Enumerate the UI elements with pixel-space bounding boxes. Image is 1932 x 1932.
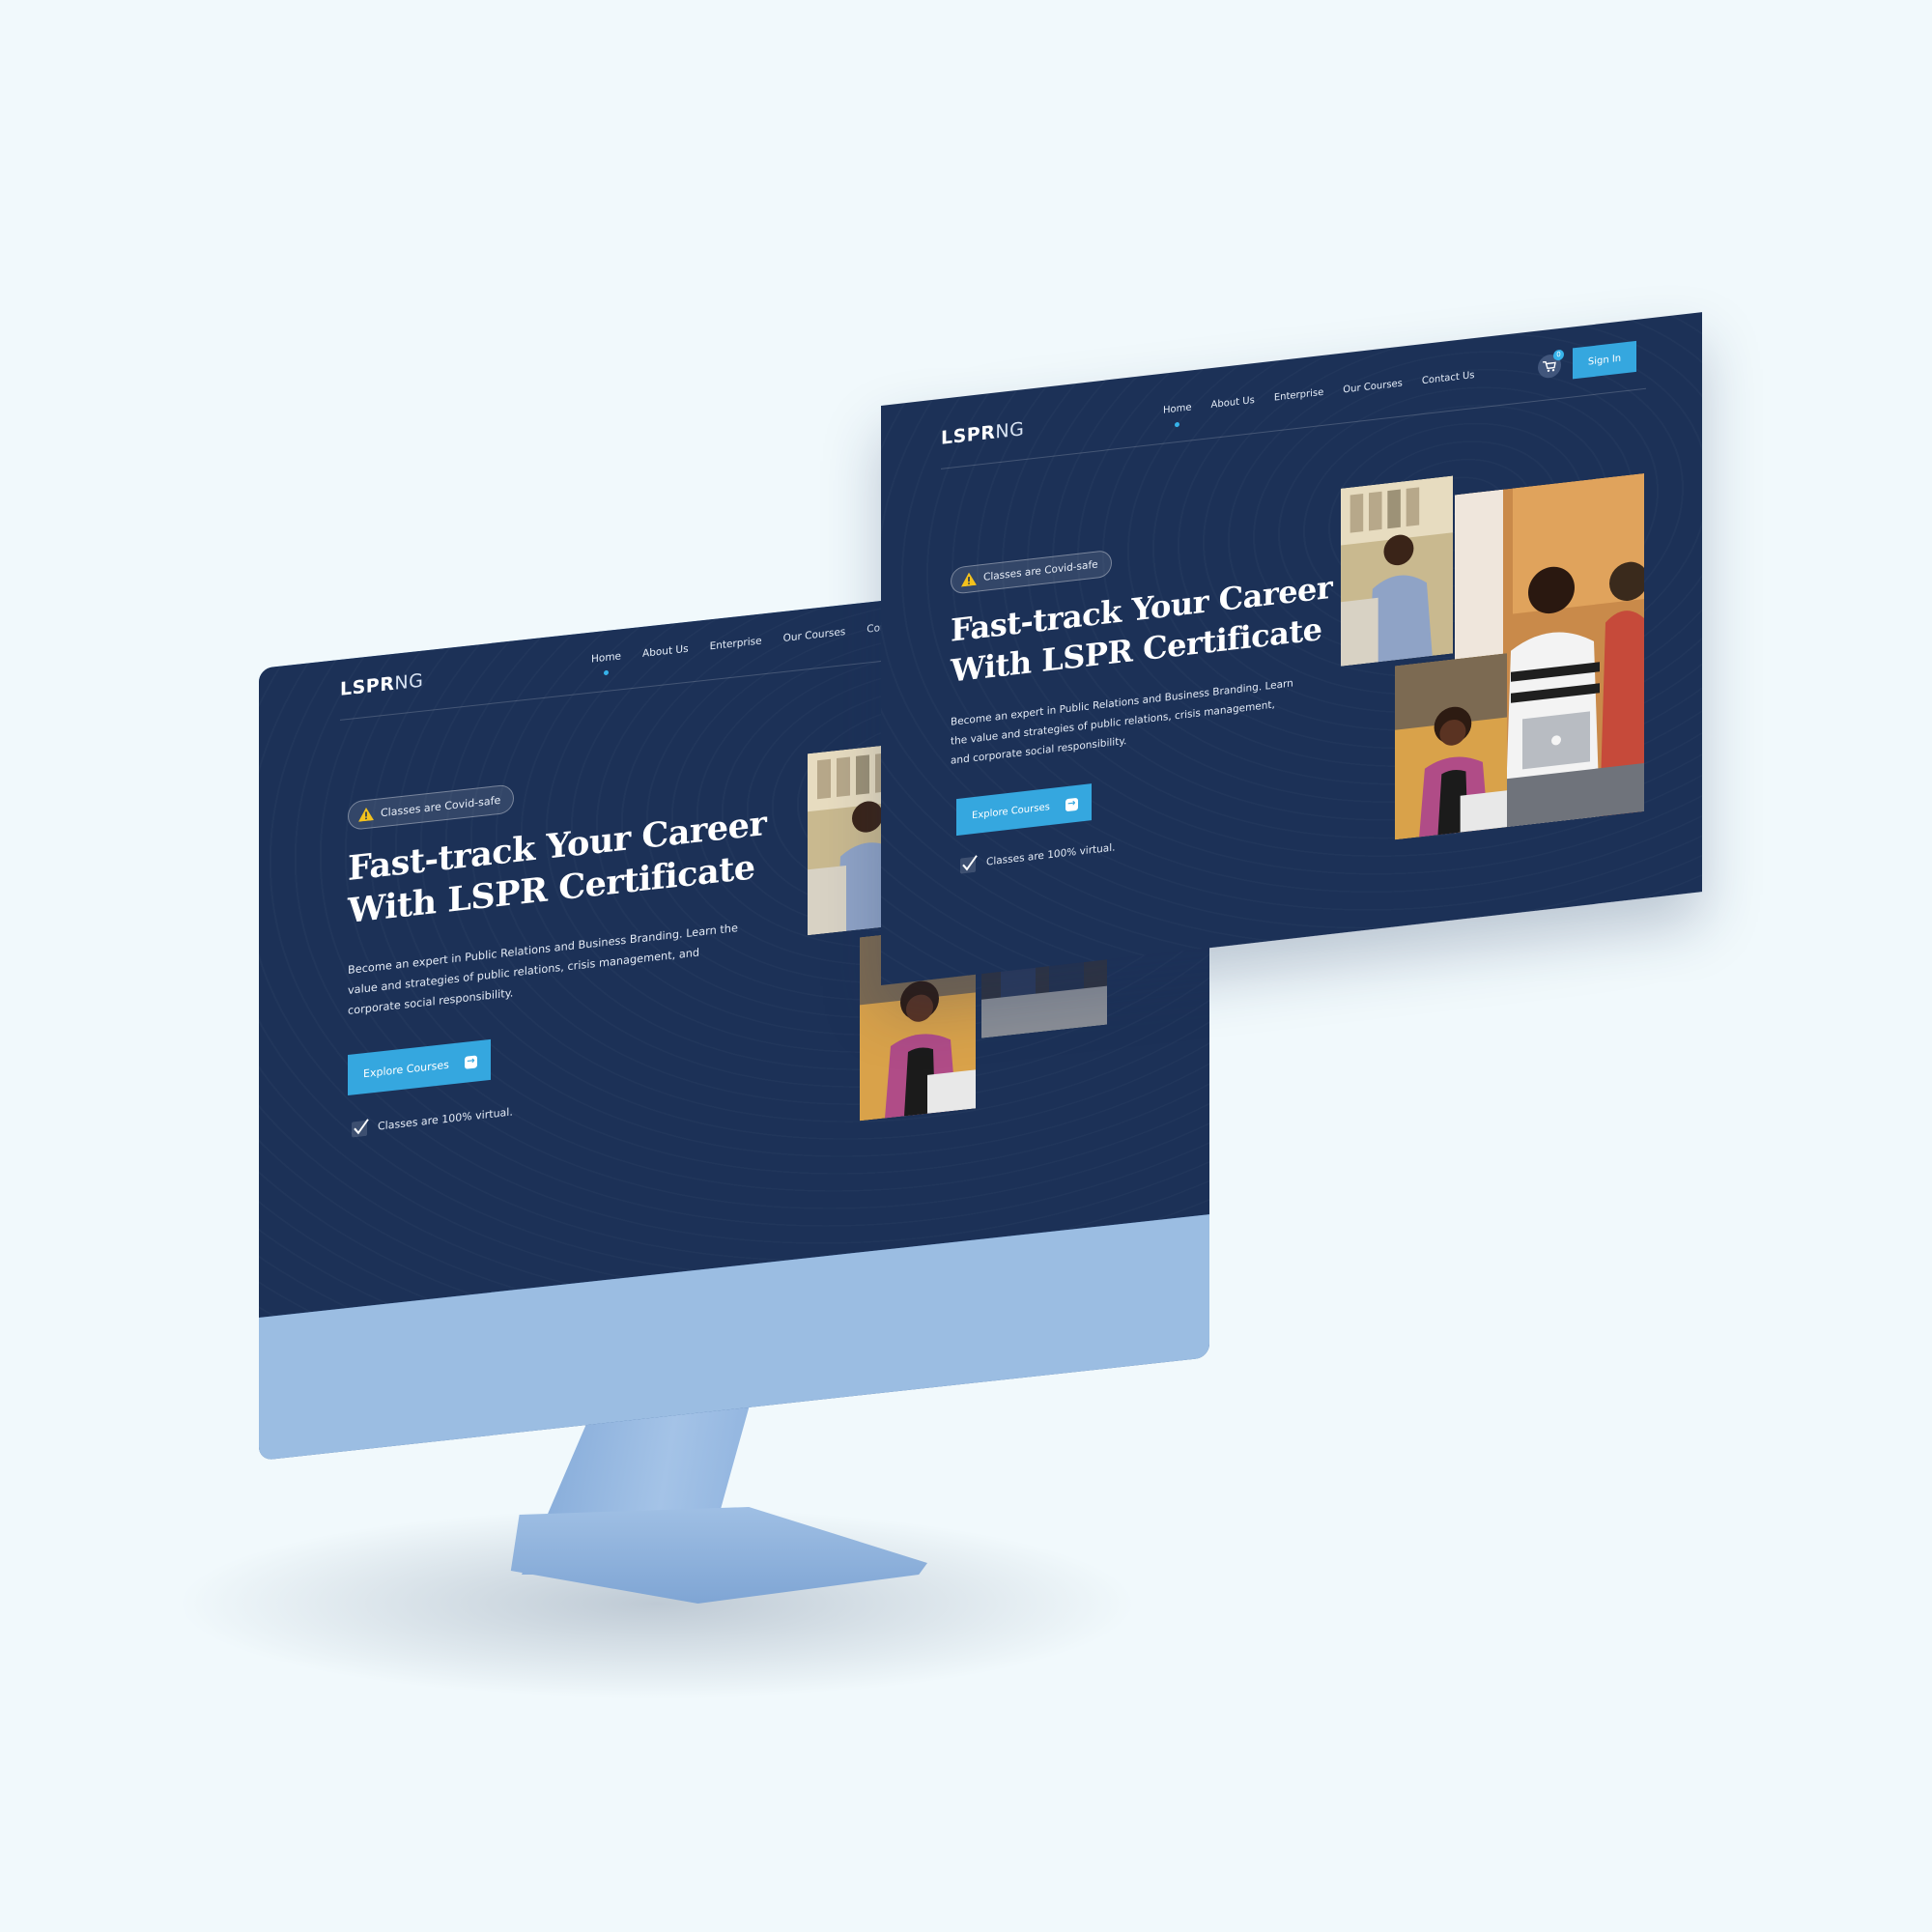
covid-safe-badge: Classes are Covid-safe	[951, 549, 1112, 595]
virtual-note: Classes are 100% virtual.	[352, 1102, 513, 1138]
warning-triangle-icon	[358, 807, 374, 822]
nav-enterprise[interactable]: Enterprise	[1274, 387, 1323, 404]
checkmark-icon	[352, 1119, 369, 1138]
badge-text: Classes are Covid-safe	[983, 558, 1098, 583]
covid-safe-badge: Classes are Covid-safe	[348, 783, 515, 832]
website-floating: LSPRNG Home About Us Enterprise Our Cour…	[881, 312, 1702, 985]
cart-button[interactable]: 0	[1538, 349, 1564, 380]
nav-our-courses[interactable]: Our Courses	[783, 626, 846, 644]
hero-description: Become an expert in Public Relations and…	[348, 922, 738, 1018]
shopping-cart-icon	[1543, 360, 1556, 372]
nav-enterprise[interactable]: Enterprise	[710, 635, 762, 652]
student-photo-1	[1341, 475, 1453, 667]
checkmark-icon	[960, 855, 978, 874]
explore-courses-button[interactable]: Explore Courses →	[956, 783, 1092, 837]
nav-home[interactable]: Home	[591, 650, 621, 665]
nav-about-us[interactable]: About Us	[642, 643, 689, 660]
nav-home[interactable]: Home	[1163, 402, 1192, 415]
hero-description: Become an expert in Public Relations and…	[951, 677, 1293, 767]
nav-contact-us[interactable]: Contact Us	[1422, 370, 1475, 386]
floating-screen: LSPRNG Home About Us Enterprise Our Cour…	[881, 312, 1702, 985]
warning-triangle-icon	[961, 572, 977, 587]
explore-courses-label: Explore Courses	[972, 801, 1050, 821]
site-logo[interactable]: LSPRNG	[941, 418, 1024, 449]
student-photo-2	[1395, 653, 1507, 840]
badge-text: Classes are Covid-safe	[381, 793, 501, 819]
cart-count-badge: 0	[1553, 349, 1564, 361]
virtual-note-text: Classes are 100% virtual.	[378, 1104, 513, 1133]
nav-about-us[interactable]: About Us	[1211, 395, 1255, 411]
arrow-right-icon: →	[464, 1054, 477, 1069]
virtual-note: Classes are 100% virtual.	[960, 838, 1116, 874]
virtual-note-text: Classes are 100% virtual.	[986, 841, 1116, 868]
site-logo[interactable]: LSPRNG	[340, 669, 423, 699]
main-nav: Home About Us Enterprise Our Courses Con…	[1163, 370, 1475, 416]
arrow-right-icon: →	[1065, 797, 1078, 811]
sign-in-button[interactable]: Sign In	[1573, 340, 1636, 380]
nav-our-courses[interactable]: Our Courses	[1343, 378, 1403, 395]
explore-courses-button[interactable]: Explore Courses →	[348, 1038, 491, 1096]
explore-courses-label: Explore Courses	[363, 1058, 449, 1080]
main-nav: Home About Us Enterprise Our Courses Con…	[591, 617, 923, 665]
